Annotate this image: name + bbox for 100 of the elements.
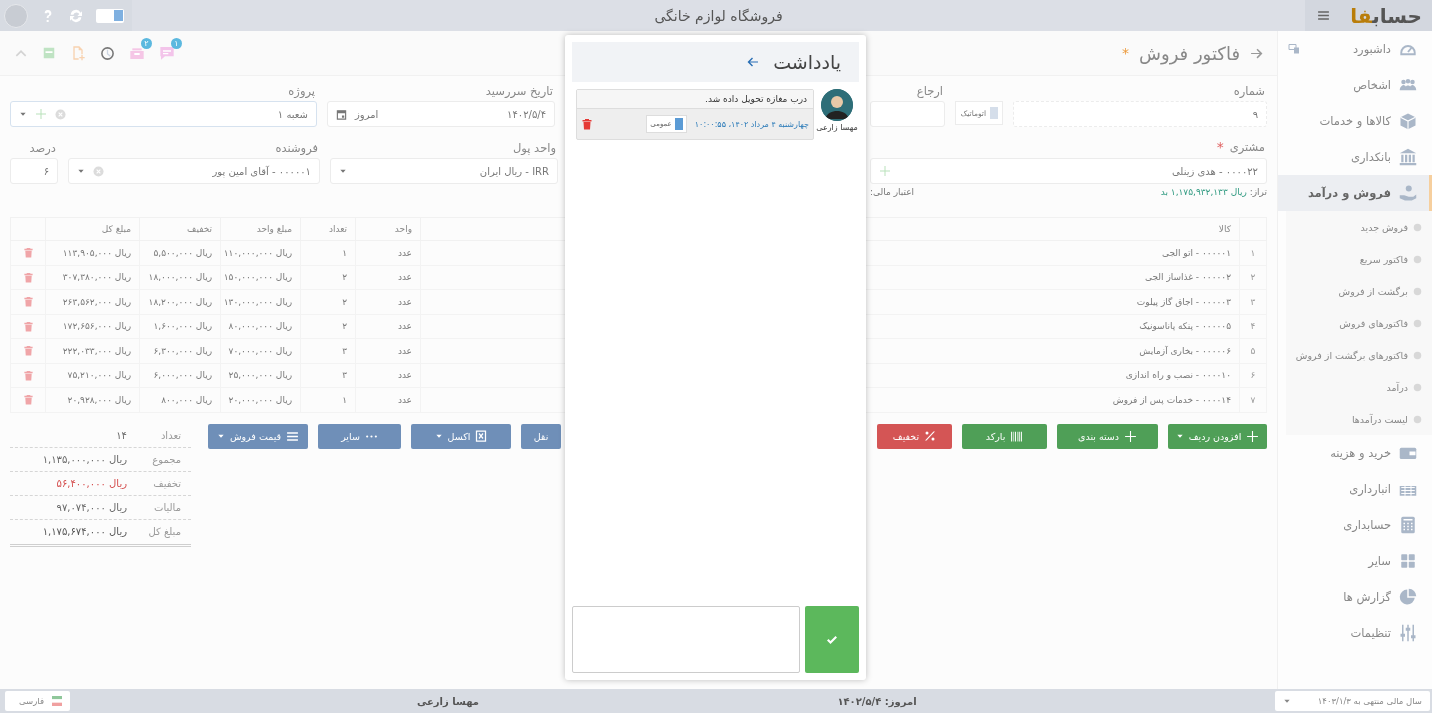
- inbox-icon[interactable]: [129, 45, 145, 61]
- add-button[interactable]: افزودن ردیف: [1168, 423, 1267, 449]
- bullet-icon: [1413, 318, 1422, 328]
- devices-icon[interactable]: [1288, 43, 1300, 55]
- note-text: درب مغازه تحویل داده شد.: [577, 90, 813, 109]
- percent-field[interactable]: ۶: [10, 158, 58, 184]
- clear-icon[interactable]: [93, 165, 104, 177]
- trash-icon[interactable]: [22, 345, 34, 357]
- trash-icon[interactable]: [22, 369, 34, 381]
- bullet-icon: [1413, 414, 1422, 424]
- field-label: واحد پول: [511, 141, 557, 155]
- total-label: تخفیف: [152, 477, 181, 489]
- due-date-field[interactable]: ۱۴۰۲/۵/۴ امروز: [327, 101, 555, 127]
- table-cell: ریال ۲۰,۹۲۸,۰۰۰: [45, 387, 140, 412]
- chat-icon[interactable]: [159, 45, 175, 61]
- total-label: مالیات: [153, 501, 181, 513]
- page-title: فاکتور فروش: [1139, 42, 1240, 64]
- trash-icon[interactable]: [22, 271, 34, 283]
- sidebar-item[interactable]: فروش و درآمد: [1278, 175, 1432, 211]
- bullet-icon: [1413, 350, 1422, 360]
- table-cell: ریال ۱۸,۲۰۰,۰۰۰: [139, 289, 221, 314]
- caret-icon: [216, 432, 225, 440]
- table-cell: ۲: [300, 314, 356, 339]
- bank-icon: [1399, 148, 1417, 166]
- plus-icon[interactable]: [879, 165, 891, 177]
- table-cell: ریال ۱۱۳,۹۰۵,۰۰۰: [45, 240, 140, 265]
- discount-button[interactable]: تخفیف: [877, 423, 952, 449]
- other-button[interactable]: سایر: [318, 423, 401, 449]
- excel-button[interactable]: اکسل: [411, 423, 511, 449]
- clock-icon[interactable]: [100, 45, 115, 61]
- reference-field[interactable]: [870, 101, 945, 127]
- clear-icon[interactable]: [55, 108, 66, 120]
- avatar-icon[interactable]: [4, 3, 28, 28]
- sidebar-item[interactable]: خرید و هزینه: [1278, 435, 1432, 471]
- sidebar-item[interactable]: حسابداری: [1278, 507, 1432, 543]
- hand-coin-icon: [1399, 184, 1417, 202]
- bullet-icon: [1413, 286, 1422, 296]
- sidebar-item[interactable]: داشبورد: [1278, 31, 1432, 67]
- sliders-icon: [1399, 624, 1417, 642]
- project-field[interactable]: شعبه ۱: [10, 101, 317, 127]
- trash-icon[interactable]: [22, 296, 34, 308]
- toggle-switch[interactable]: [96, 8, 124, 23]
- sidebar-item[interactable]: سایر: [1278, 543, 1432, 579]
- sidebar-item[interactable]: انبارداری: [1278, 471, 1432, 507]
- sidebar-item[interactable]: تنظیمات: [1278, 615, 1432, 651]
- language-select[interactable]: فارسی: [5, 691, 70, 711]
- sidebar-item[interactable]: بانکداری: [1278, 139, 1432, 175]
- calendar-icon[interactable]: [336, 108, 347, 120]
- number-field[interactable]: ۹: [1013, 101, 1267, 127]
- plus-icon[interactable]: [35, 108, 47, 120]
- row-number: ۱: [1239, 240, 1267, 265]
- table-cell: ریال ۱۵۰,۰۰۰,۰۰۰: [220, 265, 301, 290]
- sidebar-subitem[interactable]: درآمد: [1286, 371, 1432, 403]
- sidebar-subitem[interactable]: فاکتورهای فروش: [1286, 307, 1432, 339]
- sidebar-item[interactable]: اشخاص: [1278, 67, 1432, 103]
- table-cell: ریال ۶,۰۰۰,۰۰۰: [139, 363, 221, 388]
- table-cell: ریال ۲۶۳,۵۶۲,۰۰۰: [45, 289, 140, 314]
- barcode-icon: [1010, 429, 1024, 443]
- bullet-icon: [1413, 254, 1422, 264]
- forward-arrow-icon[interactable]: [747, 56, 760, 68]
- group-button[interactable]: دسته بندی: [1057, 423, 1158, 449]
- submit-button[interactable]: [805, 606, 859, 673]
- trash-icon[interactable]: [581, 118, 593, 130]
- trash-icon[interactable]: [22, 247, 34, 259]
- note-input[interactable]: [572, 606, 800, 673]
- customer-field[interactable]: ۰۰۰۰۲۲ - هدی زینلی: [870, 158, 1267, 184]
- refresh-icon[interactable]: [68, 7, 84, 24]
- sidebar-subitem[interactable]: فروش جدید: [1286, 211, 1432, 243]
- column-header: تعداد: [300, 217, 356, 241]
- fiscal-year-select[interactable]: سال مالی منتهی به ۱۴۰۳/۱/۳: [1275, 691, 1430, 711]
- total-value: ۱۴: [116, 429, 127, 441]
- field-label: پروژه: [287, 84, 316, 98]
- sidebar-subitem[interactable]: لیست درآمدها: [1286, 403, 1432, 435]
- barcode-button[interactable]: بارکد: [962, 423, 1047, 449]
- currency-field[interactable]: IRR - ریال ایران: [330, 158, 558, 184]
- trash-icon[interactable]: [22, 320, 34, 332]
- table-cell: عدد: [355, 265, 421, 290]
- author-name: مهسا زارعی: [816, 123, 858, 132]
- trash-icon[interactable]: [22, 394, 34, 406]
- transfer-button[interactable]: نقل: [521, 423, 561, 449]
- sidebar-subitem[interactable]: فاکتورهای برگشت از فروش: [1286, 339, 1432, 371]
- seller-field[interactable]: ۰۰۰۰۰۱ - آقای امین پور: [68, 158, 320, 184]
- sidebar-subitem[interactable]: برگشت از فروش: [1286, 275, 1432, 307]
- balance-text: تراز: ریال ۱,۱۷۵,۹۳۲,۱۳۳ بد: [1160, 187, 1267, 197]
- sidebar-item[interactable]: کالاها و خدمات: [1278, 103, 1432, 139]
- table-cell: ریال ۵,۵۰۰,۰۰۰: [139, 240, 221, 265]
- flag-icon: [50, 696, 64, 706]
- grid-icon: [1399, 552, 1417, 570]
- table-cell: ریال ۲۲۲,۰۳۳,۰۰۰: [45, 338, 140, 363]
- menu-icon[interactable]: [1317, 9, 1330, 22]
- sidebar-item[interactable]: گزارش ها: [1278, 579, 1432, 615]
- note-date[interactable]: چهارشنبه ۴ مرداد ۱۴۰۲، ۱۰:۰۰:۵۵: [694, 119, 809, 129]
- back-arrow-icon[interactable]: [1250, 46, 1263, 60]
- file-add-icon[interactable]: [70, 45, 86, 61]
- save-icon[interactable]: [42, 46, 56, 60]
- table-cell: ریال ۷۰,۰۰۰,۰۰۰: [220, 338, 301, 363]
- sidebar-subitem[interactable]: فاکتور سریع: [1286, 243, 1432, 275]
- table-cell: ۱: [300, 240, 356, 265]
- table-cell: عدد: [355, 314, 421, 339]
- price-button[interactable]: قیمت فروش: [208, 423, 308, 449]
